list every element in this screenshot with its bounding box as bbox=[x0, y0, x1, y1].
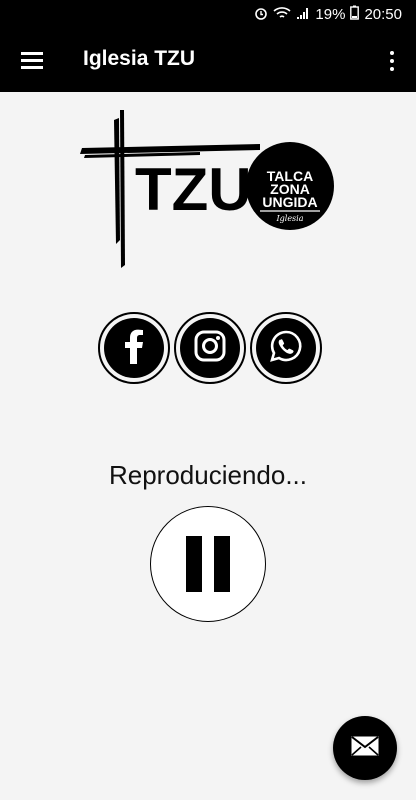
pause-icon bbox=[186, 536, 202, 592]
battery-percent: 19% bbox=[315, 6, 346, 23]
clock-time: 20:50 bbox=[364, 6, 402, 23]
mail-icon bbox=[350, 735, 380, 762]
logo-wordmark: TZU bbox=[135, 156, 252, 223]
facebook-icon bbox=[119, 328, 149, 369]
badge-script: Iglesia bbox=[275, 214, 303, 223]
overflow-menu-icon[interactable] bbox=[382, 46, 402, 76]
battery-icon bbox=[350, 5, 360, 24]
instagram-icon bbox=[193, 329, 227, 368]
signal-icon bbox=[296, 6, 310, 24]
playback-status: Reproduciendo... bbox=[108, 460, 308, 490]
whatsapp-button[interactable] bbox=[250, 312, 322, 384]
social-links bbox=[98, 312, 322, 384]
app-bar: Iglesia TZU bbox=[0, 28, 416, 92]
church-logo: TZU TALCA ZONA UNGIDA Iglesia bbox=[80, 110, 340, 270]
facebook-button[interactable] bbox=[98, 312, 170, 384]
alarm-icon bbox=[254, 6, 268, 24]
whatsapp-icon bbox=[268, 328, 304, 369]
menu-icon[interactable] bbox=[14, 44, 50, 76]
wifi-icon bbox=[273, 6, 291, 24]
contact-fab[interactable] bbox=[333, 716, 397, 780]
status-bar: 19% 20:50 bbox=[0, 0, 416, 28]
badge-line-3: UNGIDA bbox=[262, 194, 317, 210]
instagram-button[interactable] bbox=[174, 312, 246, 384]
pause-icon-bar bbox=[214, 536, 230, 592]
pause-button[interactable] bbox=[150, 506, 266, 622]
page-title: Iglesia TZU bbox=[83, 47, 196, 70]
